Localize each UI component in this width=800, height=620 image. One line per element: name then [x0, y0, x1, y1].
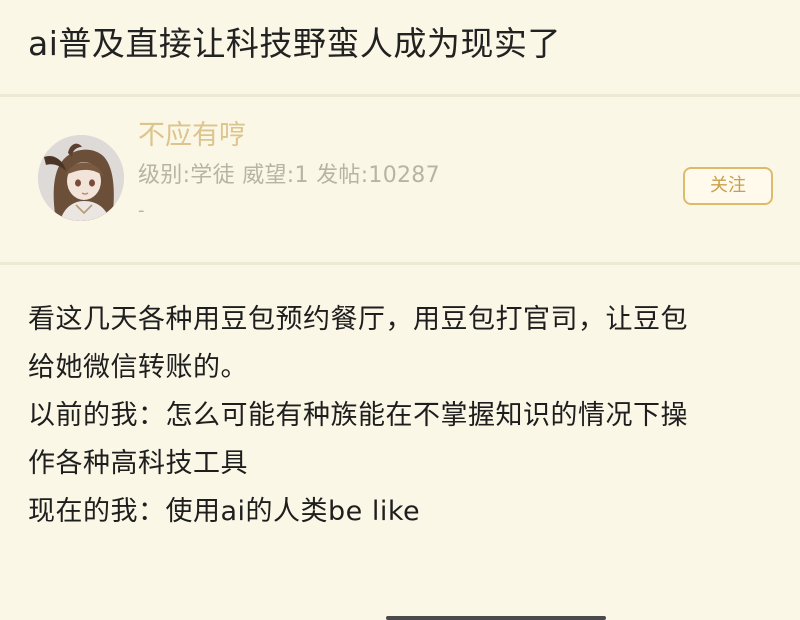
avatar[interactable]: [38, 135, 124, 221]
user-stats: 级别:学徒 威望:1 发帖:10287: [138, 163, 440, 188]
post-text-line: 作各种高科技工具: [28, 448, 248, 479]
follow-button[interactable]: 关注: [683, 167, 773, 205]
author-card: 不应有哼 级别:学徒 威望:1 发帖:10287 - 关注: [0, 97, 800, 262]
post-body: 看这几天各种用豆包预约餐厅，用豆包打官司，让豆包 给她微信转账的。 以前的我：怎…: [28, 296, 778, 536]
post-text-line: 给她微信转账的。: [28, 352, 248, 383]
post-page: ai普及直接让科技野蛮人成为现实了 不应有哼 级别:学徒 威望:1 发帖:102…: [0, 0, 800, 620]
avatar-image: [38, 135, 124, 221]
home-indicator: [386, 616, 606, 620]
post-text-line: 以前的我：怎么可能有种族能在不掌握知识的情况下操: [28, 400, 688, 431]
title-bar: ai普及直接让科技野蛮人成为现实了: [0, 0, 800, 94]
divider: [0, 262, 800, 265]
post-title: ai普及直接让科技野蛮人成为现实了: [28, 24, 561, 63]
user-extra: -: [138, 200, 145, 221]
username[interactable]: 不应有哼: [138, 118, 246, 154]
post-text-line: 现在的我：使用ai的人类be like: [28, 496, 421, 527]
post-text-line: 看这几天各种用豆包预约餐厅，用豆包打官司，让豆包: [28, 304, 688, 335]
